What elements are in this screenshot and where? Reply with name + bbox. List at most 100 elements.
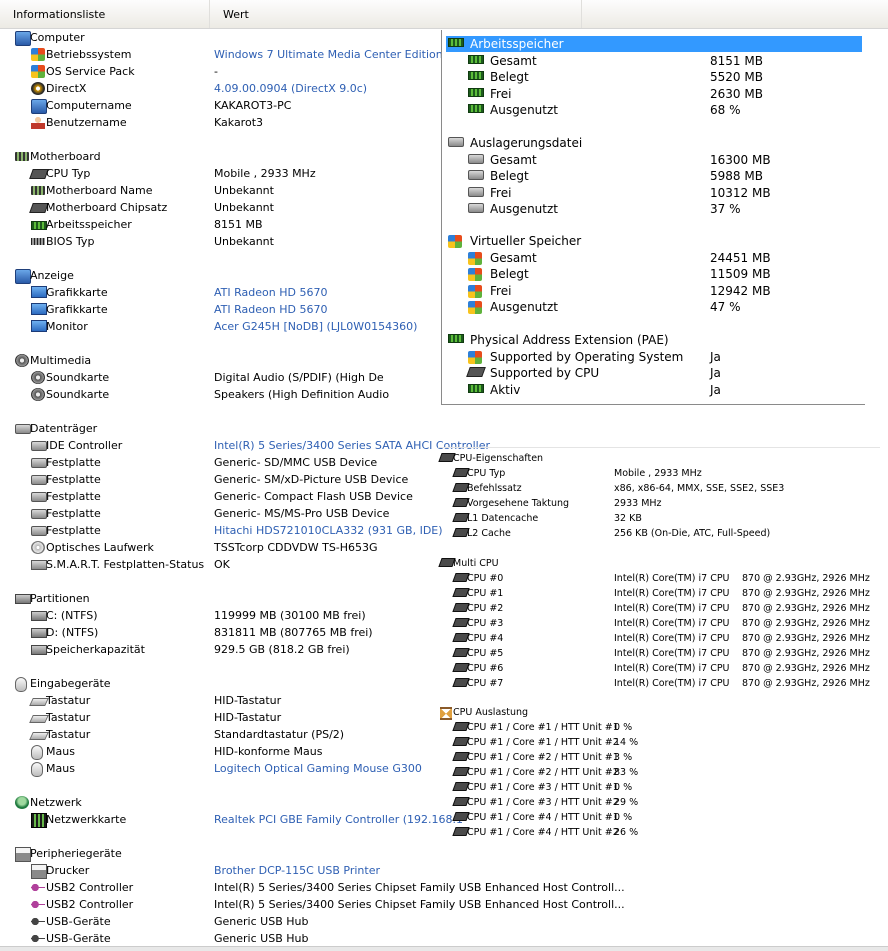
panel-item-value: Intel(R) Core(TM) i7 CPU: [614, 678, 730, 689]
item-value[interactable]: Brother DCP-115C USB Printer: [214, 862, 380, 879]
memory-item[interactable]: Ausgenutzt 37 %: [446, 201, 856, 217]
list-item[interactable]: IDE Controller Intel(R) 5 Series/3400 Ser…: [0, 437, 490, 454]
item-value[interactable]: ATI Radeon HD 5670: [214, 284, 327, 301]
list-item[interactable]: Soundkarte Digital Audio (S/PDIF) (High D…: [0, 369, 440, 386]
section-header[interactable]: Partitionen: [0, 590, 440, 607]
list-item[interactable]: USB2 Controller Intel(R) 5 Series/3400 Se…: [0, 896, 625, 913]
memory-item[interactable]: Frei 2630 MB: [446, 86, 856, 102]
memory-item[interactable]: Frei 12942 MB: [446, 283, 856, 299]
panel-item[interactable]: CPU #5 Intel(R) Core(TM) i7 CPU 870 @ 2.93…: [438, 646, 878, 661]
list-item[interactable]: Soundkarte Speakers (High Definition Audi…: [0, 386, 440, 403]
memory-item[interactable]: Belegt 5520 MB: [446, 69, 856, 85]
panel-item[interactable]: CPU #0 Intel(R) Core(TM) i7 CPU 870 @ 2.93…: [438, 571, 878, 586]
list-item[interactable]: Optisches Laufwerk TSSTcorp CDDVDW TS-H65…: [0, 539, 440, 556]
list-item[interactable]: Drucker Brother DCP-115C USB Printer: [0, 862, 440, 879]
section-header[interactable]: Computer: [0, 29, 440, 46]
memory-item[interactable]: Frei 10312 MB: [446, 185, 856, 201]
list-item[interactable]: Arbeitsspeicher 8151 MB: [0, 216, 440, 233]
panel-item[interactable]: CPU #1 / Core #3 / HTT Unit #2 29 %: [438, 795, 878, 810]
list-item[interactable]: Tastatur HID-Tastatur: [0, 692, 440, 709]
list-item[interactable]: Netzwerkkarte Realtek PCI GBE Family Cont…: [0, 811, 463, 828]
panel-item-label: CPU #1 / Core #3 / HTT Unit #1: [467, 782, 619, 793]
item-value[interactable]: Acer G245H [NoDB] (LJL0W0154360): [214, 318, 417, 335]
memory-item[interactable]: Supported by CPU Ja: [446, 365, 856, 381]
section-header[interactable]: Datenträger: [0, 420, 440, 437]
list-item[interactable]: Festplatte Generic- SD/MMC USB Device: [0, 454, 440, 471]
list-item[interactable]: Motherboard Chipsatz Unbekannt: [0, 199, 440, 216]
list-item[interactable]: DirectX 4.09.00.0904 (DirectX 9.0c): [0, 80, 440, 97]
item-value[interactable]: 4.09.00.0904 (DirectX 9.0c): [214, 80, 367, 97]
memory-item[interactable]: Supported by Operating System Ja: [446, 349, 856, 365]
item-value[interactable]: Realtek PCI GBE Family Controller (192.1…: [214, 811, 463, 828]
section-header[interactable]: Anzeige: [0, 267, 440, 284]
item-value[interactable]: Hitachi HDS721010CLA332 (931 GB, IDE): [214, 522, 443, 539]
memory-item[interactable]: Belegt 5988 MB: [446, 168, 856, 184]
list-item[interactable]: Tastatur HID-Tastatur: [0, 709, 440, 726]
memory-item[interactable]: Gesamt 24451 MB: [446, 250, 856, 266]
panel-item[interactable]: CPU #1 / Core #2 / HTT Unit #1 3 %: [438, 750, 878, 765]
memory-item[interactable]: Gesamt 16300 MB: [446, 152, 856, 168]
panel-item[interactable]: CPU #3 Intel(R) Core(TM) i7 CPU 870 @ 2.93…: [438, 616, 878, 631]
section-header[interactable]: Netzwerk: [0, 794, 440, 811]
list-item[interactable]: Monitor Acer G245H [NoDB] (LJL0W0154360): [0, 318, 440, 335]
panel-item[interactable]: CPU #1 / Core #4 / HTT Unit #2 26 %: [438, 825, 878, 840]
list-item[interactable]: USB2 Controller Intel(R) 5 Series/3400 Se…: [0, 879, 625, 896]
list-item[interactable]: Maus Logitech Optical Gaming Mouse G300: [0, 760, 440, 777]
panel-header[interactable]: CPU Auslastung: [438, 705, 878, 720]
list-item[interactable]: BIOS Typ Unbekannt: [0, 233, 440, 250]
item-value[interactable]: Windows 7 Ultimate Media Center Edition: [214, 46, 443, 63]
list-item[interactable]: Maus HID-konforme Maus: [0, 743, 440, 760]
list-item[interactable]: Betriebssystem Windows 7 Ultimate Media C…: [0, 46, 443, 63]
panel-item[interactable]: CPU #1 / Core #3 / HTT Unit #1 0 %: [438, 780, 878, 795]
list-item[interactable]: USB-Geräte Generic USB Hub: [0, 930, 440, 947]
list-item[interactable]: Festplatte Generic- Compact Flash USB Dev…: [0, 488, 440, 505]
panel-item[interactable]: Befehlssatz x86, x86-64, MMX, SSE, SSE2, …: [438, 481, 878, 496]
panel-item[interactable]: CPU #6 Intel(R) Core(TM) i7 CPU 870 @ 2.93…: [438, 661, 878, 676]
list-item[interactable]: Festplatte Hitachi HDS721010CLA332 (931 G…: [0, 522, 443, 539]
section-header[interactable]: Peripheriegeräte: [0, 845, 440, 862]
panel-item[interactable]: CPU #1 / Core #1 / HTT Unit #2 14 %: [438, 735, 878, 750]
column-wert[interactable]: Wert: [210, 0, 582, 28]
panel-item[interactable]: L1 Datencache 32 KB: [438, 511, 878, 526]
panel-item[interactable]: Vorgesehene Taktung 2933 MHz: [438, 496, 878, 511]
memory-group-header[interactable]: Arbeitsspeicher: [446, 36, 862, 52]
list-item[interactable]: USB-Geräte Generic USB Hub: [0, 913, 440, 930]
panel-header[interactable]: Multi CPU: [438, 556, 878, 571]
list-item[interactable]: D: (NTFS) 831811 MB (807765 MB frei): [0, 624, 440, 641]
memory-item[interactable]: Belegt 11509 MB: [446, 266, 856, 282]
panel-item[interactable]: CPU Typ Mobile , 2933 MHz: [438, 466, 878, 481]
panel-header[interactable]: CPU-Eigenschaften: [438, 451, 878, 466]
column-informationsliste[interactable]: Informationsliste: [0, 0, 210, 28]
list-item[interactable]: Festplatte Generic- MS/MS-Pro USB Device: [0, 505, 440, 522]
panel-item[interactable]: CPU #1 / Core #2 / HTT Unit #2 83 %: [438, 765, 878, 780]
section-header[interactable]: Eingabegeräte: [0, 675, 440, 692]
panel-item[interactable]: CPU #1 Intel(R) Core(TM) i7 CPU 870 @ 2.93…: [438, 586, 878, 601]
memory-item[interactable]: Gesamt 8151 MB: [446, 53, 856, 69]
item-value[interactable]: ATI Radeon HD 5670: [214, 301, 327, 318]
list-item[interactable]: OS Service Pack -: [0, 63, 440, 80]
panel-item[interactable]: CPU #2 Intel(R) Core(TM) i7 CPU 870 @ 2.93…: [438, 601, 878, 616]
panel-item[interactable]: CPU #1 / Core #1 / HTT Unit #1 0 %: [438, 720, 878, 735]
item-value[interactable]: Logitech Optical Gaming Mouse G300: [214, 760, 422, 777]
memory-item[interactable]: Aktiv Ja: [446, 382, 856, 398]
list-item[interactable]: C: (NTFS) 119999 MB (30100 MB frei): [0, 607, 440, 624]
list-item[interactable]: Computername KAKAROT3-PC: [0, 97, 440, 114]
list-item[interactable]: Speicherkapazität 929.5 GB (818.2 GB frei…: [0, 641, 440, 658]
list-item[interactable]: CPU Typ Mobile , 2933 MHz: [0, 165, 440, 182]
panel-item[interactable]: CPU #1 / Core #4 / HTT Unit #1 0 %: [438, 810, 878, 825]
panel-item[interactable]: CPU #7 Intel(R) Core(TM) i7 CPU 870 @ 2.93…: [438, 676, 878, 691]
list-item[interactable]: Benutzername Kakarot3: [0, 114, 440, 131]
section-header[interactable]: Motherboard: [0, 148, 440, 165]
panel-item[interactable]: L2 Cache 256 KB (On-Die, ATC, Full-Speed): [438, 526, 878, 541]
list-item[interactable]: Motherboard Name Unbekannt: [0, 182, 440, 199]
list-item[interactable]: Festplatte Generic- SM/xD-Picture USB Dev…: [0, 471, 440, 488]
panel-item[interactable]: CPU #4 Intel(R) Core(TM) i7 CPU 870 @ 2.93…: [438, 631, 878, 646]
list-item[interactable]: Grafikkarte ATI Radeon HD 5670: [0, 284, 440, 301]
memory-item[interactable]: Ausgenutzt 68 %: [446, 102, 856, 118]
memory-item[interactable]: Ausgenutzt 47 %: [446, 299, 856, 315]
list-item[interactable]: S.M.A.R.T. Festplatten-Status OK: [0, 556, 440, 573]
memory-item-icon: [468, 301, 482, 314]
list-item[interactable]: Tastatur Standardtastatur (PS/2): [0, 726, 440, 743]
section-header[interactable]: Multimedia: [0, 352, 440, 369]
list-item[interactable]: Grafikkarte ATI Radeon HD 5670: [0, 301, 440, 318]
